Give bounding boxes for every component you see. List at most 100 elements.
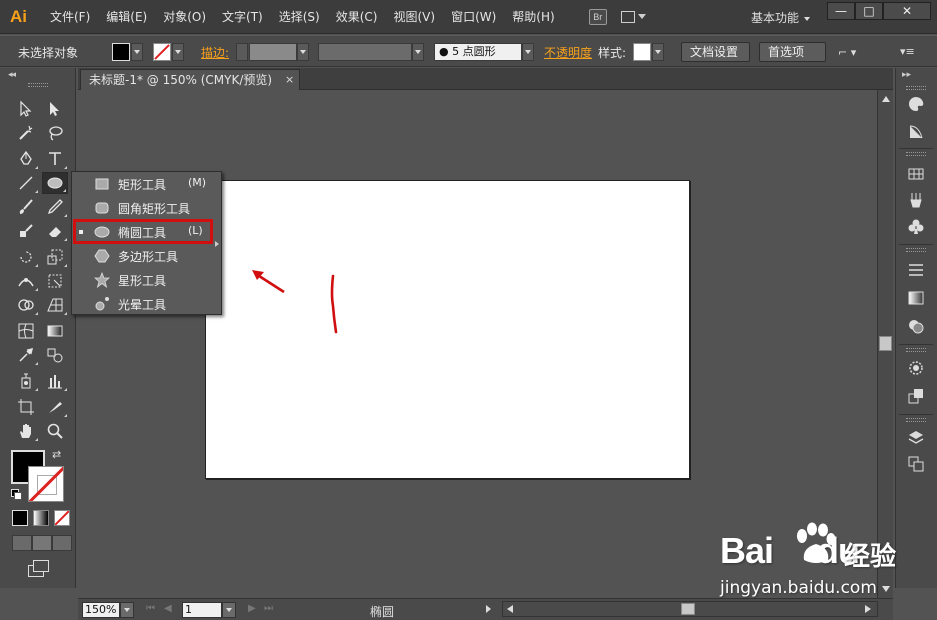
tearoff-arrow-icon[interactable] xyxy=(215,241,219,247)
brushes-panel-icon[interactable] xyxy=(905,190,927,210)
free-transform-tool[interactable] xyxy=(42,270,68,292)
close-tab-icon[interactable]: × xyxy=(285,70,294,90)
artboards-panel-icon[interactable] xyxy=(905,454,927,474)
lasso-tool[interactable] xyxy=(42,122,68,144)
hand-tool[interactable] xyxy=(13,420,39,442)
zoom-tool[interactable] xyxy=(42,420,68,442)
paintbrush-tool[interactable] xyxy=(13,196,39,218)
stroke-dropdown[interactable] xyxy=(172,43,184,61)
artboard[interactable] xyxy=(205,180,690,479)
bridge-button[interactable]: Br xyxy=(588,8,607,25)
stroke-color-box[interactable] xyxy=(28,466,64,502)
panel-grip[interactable] xyxy=(906,152,926,156)
preferences-button[interactable]: 首选项 xyxy=(759,42,826,62)
panel-grip[interactable] xyxy=(906,418,926,422)
gradient-panel-icon[interactable] xyxy=(905,288,927,308)
line-segment-tool[interactable] xyxy=(13,172,39,194)
panel-grip[interactable] xyxy=(906,348,926,352)
pencil-tool[interactable] xyxy=(42,196,68,218)
flyout-item-flare[interactable]: 光晕工具 xyxy=(72,292,221,316)
menu-view[interactable]: 视图(V) xyxy=(385,0,443,34)
screen-mode-icon[interactable] xyxy=(28,560,50,577)
brush-dropdown[interactable] xyxy=(522,43,534,61)
align-icon[interactable]: ⌐ ▾ xyxy=(838,46,860,59)
stroke-weight-stepper[interactable] xyxy=(236,43,248,61)
none-mode-button[interactable] xyxy=(54,510,70,526)
symbol-sprayer-tool[interactable] xyxy=(13,370,39,392)
artboard-number-input[interactable]: 1 xyxy=(182,602,222,618)
collapse-icon[interactable]: ◂◂ xyxy=(8,70,16,80)
fill-color-swatch[interactable] xyxy=(112,43,130,61)
swap-fill-stroke-icon[interactable]: ⇄ xyxy=(52,448,61,461)
perspective-grid-tool[interactable] xyxy=(42,294,68,316)
slice-tool[interactable] xyxy=(42,396,68,418)
draw-normal-button[interactable] xyxy=(12,535,32,551)
layers-panel-icon[interactable] xyxy=(905,428,927,448)
menu-file[interactable]: 文件(F) xyxy=(42,0,98,34)
magic-wand-tool[interactable] xyxy=(13,122,39,144)
scale-tool[interactable] xyxy=(42,246,68,268)
rotate-tool[interactable] xyxy=(13,246,39,268)
artboard-dropdown[interactable] xyxy=(222,602,236,618)
stroke-color-swatch[interactable] xyxy=(153,43,171,61)
width-tool[interactable] xyxy=(13,270,39,292)
expand-panels-icon[interactable]: ▸▸ xyxy=(902,70,911,80)
gradient-mode-button[interactable] xyxy=(33,510,49,526)
document-tab[interactable]: 未标题-1* @ 150% (CMYK/预览) × xyxy=(80,69,300,90)
draw-behind-button[interactable] xyxy=(32,535,52,551)
horizontal-scrollbar[interactable] xyxy=(502,601,878,617)
workspace-switcher[interactable]: 基本功能 xyxy=(751,9,811,26)
eraser-tool[interactable] xyxy=(42,220,68,242)
vertical-scroll-thumb[interactable] xyxy=(879,336,892,351)
arrange-documents-button[interactable] xyxy=(620,9,649,25)
transparency-panel-icon[interactable] xyxy=(905,316,927,336)
last-artboard-icon[interactable]: ⏭ xyxy=(264,603,273,614)
minimize-button[interactable]: — xyxy=(827,2,855,20)
gradient-tool[interactable] xyxy=(42,320,68,342)
brush-definition-field[interactable]: ● 5 点圆形 xyxy=(434,43,522,61)
flyout-item-star[interactable]: 星形工具 xyxy=(72,268,221,292)
blob-brush-tool[interactable] xyxy=(13,220,39,242)
pen-tool[interactable] xyxy=(13,148,39,170)
status-menu-icon[interactable] xyxy=(486,605,491,613)
menu-edit[interactable]: 编辑(E) xyxy=(98,0,155,34)
menu-select[interactable]: 选择(S) xyxy=(271,0,328,34)
draw-inside-button[interactable] xyxy=(52,535,72,551)
panel-grip[interactable] xyxy=(28,83,48,87)
graphic-style-swatch[interactable] xyxy=(633,43,651,61)
shape-builder-tool[interactable] xyxy=(13,294,39,316)
stroke-panel-icon[interactable] xyxy=(905,260,927,280)
type-tool[interactable] xyxy=(42,148,68,170)
mesh-tool[interactable] xyxy=(13,320,39,342)
previous-artboard-icon[interactable]: ◀ xyxy=(164,603,172,614)
panel-menu-icon[interactable]: ▾≡ xyxy=(900,45,915,58)
color-guide-panel-icon[interactable] xyxy=(905,122,927,142)
column-graph-tool[interactable] xyxy=(42,370,68,392)
panel-grip[interactable] xyxy=(906,248,926,252)
stroke-weight-input[interactable] xyxy=(249,43,297,61)
scroll-left-icon[interactable] xyxy=(507,605,513,613)
color-mode-button[interactable] xyxy=(12,510,28,526)
maximize-button[interactable]: □ xyxy=(855,2,883,20)
variable-width-dropdown[interactable] xyxy=(412,43,424,61)
first-artboard-icon[interactable]: ⏮ xyxy=(146,603,155,614)
close-button[interactable]: ✕ xyxy=(883,2,931,20)
variable-width-profile[interactable] xyxy=(318,43,412,61)
graphic-style-dropdown[interactable] xyxy=(652,43,664,61)
artboard-tool[interactable] xyxy=(13,396,39,418)
ellipse-tool[interactable] xyxy=(42,172,68,194)
flyout-item-rounded-rectangle[interactable]: 圆角矩形工具 xyxy=(72,196,221,220)
swatches-panel-icon[interactable] xyxy=(905,164,927,184)
flyout-item-rectangle[interactable]: 矩形工具 (M) xyxy=(72,172,221,196)
menu-help[interactable]: 帮助(H) xyxy=(504,0,562,34)
scroll-up-icon[interactable] xyxy=(882,96,890,102)
graphic-styles-panel-icon[interactable] xyxy=(905,386,927,406)
symbols-panel-icon[interactable] xyxy=(905,216,927,236)
zoom-dropdown[interactable] xyxy=(120,602,134,618)
flyout-item-polygon[interactable]: 多边形工具 xyxy=(72,244,221,268)
direct-selection-tool[interactable] xyxy=(42,98,68,120)
color-panel-icon[interactable] xyxy=(905,94,927,114)
default-fill-stroke-icon[interactable] xyxy=(11,489,22,500)
stroke-link[interactable]: 描边: xyxy=(201,44,229,61)
selection-tool[interactable] xyxy=(13,98,39,120)
